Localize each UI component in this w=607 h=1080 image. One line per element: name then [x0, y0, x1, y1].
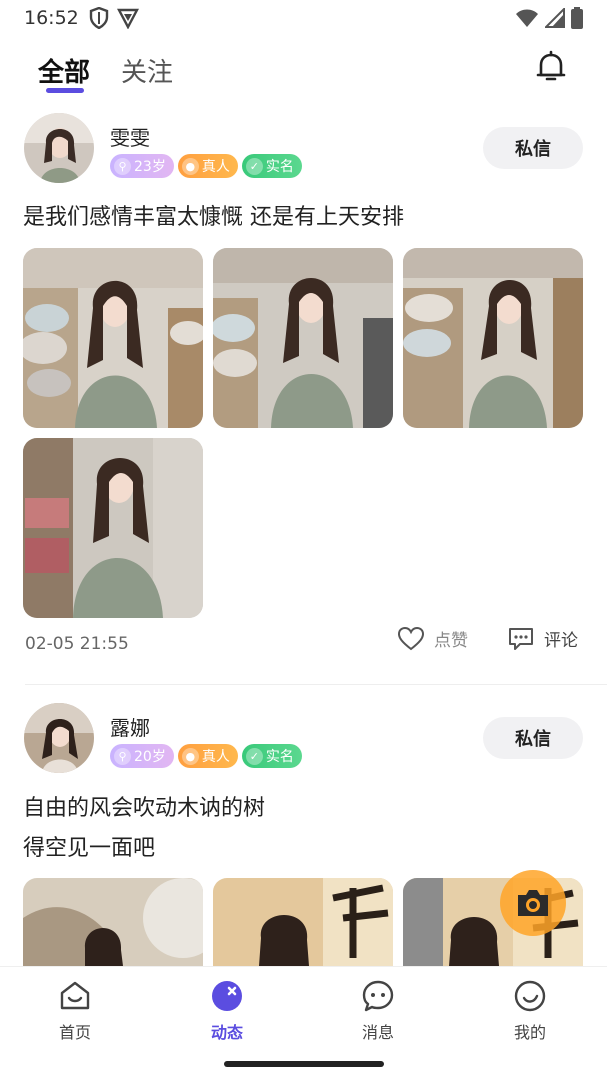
username[interactable]: 雯雯	[110, 122, 150, 151]
avatar[interactable]	[24, 703, 94, 773]
post-photo[interactable]	[213, 248, 393, 428]
nav-home[interactable]: 首页	[35, 979, 115, 1043]
like-label: 点赞	[434, 631, 468, 651]
profile-icon	[514, 980, 546, 1012]
bell-icon[interactable]	[533, 49, 569, 85]
real-person-badge: ● 真人	[177, 154, 238, 178]
private-message-button[interactable]: 私信	[483, 127, 583, 169]
wifi-icon	[516, 9, 538, 27]
post-photo[interactable]	[23, 878, 203, 966]
tab-all[interactable]: 全部	[38, 52, 90, 89]
shield-icon	[89, 7, 108, 29]
post-text-line: 得空见一面吧	[23, 836, 156, 861]
post-meta: 02-05 21:55 点赞 评论	[0, 624, 607, 664]
nav-moments-label: 动态	[210, 1023, 243, 1042]
post-divider	[25, 684, 607, 685]
camera-icon	[518, 890, 548, 916]
nav-moments[interactable]: 动态	[187, 979, 267, 1043]
post-text: 是我们感情丰富太慷慨 还是有上天安排	[23, 198, 404, 238]
nav-messages-label: 消息	[361, 1023, 394, 1042]
active-tab-indicator	[46, 88, 84, 93]
nav-profile[interactable]: 我的	[490, 979, 570, 1043]
verified-badge-label: 实名	[265, 159, 294, 175]
post-timestamp: 02-05 21:55	[25, 634, 129, 654]
heart-icon	[398, 626, 424, 650]
like-button[interactable]: 点赞	[398, 626, 468, 651]
nav-messages[interactable]: 消息	[338, 979, 418, 1043]
moments-icon	[212, 981, 242, 1011]
feed-tabs: 全部 关注	[0, 44, 607, 100]
home-indicator[interactable]	[224, 1061, 384, 1067]
post-text-line: 是我们感情丰富太慷慨 还是有上天安排	[23, 205, 404, 230]
home-icon	[60, 981, 90, 1010]
battery-icon	[571, 7, 583, 29]
person-icon: ●	[181, 157, 199, 175]
real-person-badge-label: 真人	[201, 159, 230, 175]
age-badge: ⚲ 20岁	[110, 744, 174, 768]
post-photo[interactable]	[23, 438, 203, 618]
status-bar: 16:52	[0, 0, 607, 36]
comment-button[interactable]: 评论	[508, 626, 578, 651]
post-photo[interactable]	[23, 248, 203, 428]
nav-profile-label: 我的	[513, 1023, 546, 1042]
publish-camera-button[interactable]	[500, 870, 566, 936]
comment-label: 评论	[544, 631, 578, 651]
post-photo[interactable]	[403, 248, 583, 428]
verified-badge: ✓ 实名	[241, 744, 302, 768]
username[interactable]: 露娜	[110, 712, 150, 741]
real-person-badge-label: 真人	[201, 749, 230, 765]
tab-follow[interactable]: 关注	[121, 52, 173, 89]
user-badges: ⚲ 23岁 ● 真人 ✓ 实名	[110, 154, 302, 178]
check-icon: ✓	[245, 157, 263, 175]
user-badges: ⚲ 20岁 ● 真人 ✓ 实名	[110, 744, 302, 768]
verified-badge-label: 实名	[265, 749, 294, 765]
post-text: 自由的风会吹动木讷的树 得空见一面吧	[23, 789, 265, 869]
search-icon: ⚲	[114, 747, 131, 765]
bottom-navigation: 首页 动态 消息 我的	[0, 966, 607, 1080]
avatar[interactable]	[24, 113, 94, 183]
search-icon: ⚲	[114, 157, 131, 175]
message-icon	[362, 980, 394, 1012]
signal-icon	[545, 8, 565, 28]
private-message-button[interactable]: 私信	[483, 717, 583, 759]
verified-badge: ✓ 实名	[241, 154, 302, 178]
nav-home-label: 首页	[58, 1023, 91, 1042]
status-time: 16:52	[24, 7, 79, 29]
person-icon: ●	[181, 747, 199, 765]
post-photo[interactable]	[213, 878, 393, 966]
age-badge-label: 23岁	[134, 159, 166, 175]
post-text-line: 自由的风会吹动木讷的树	[23, 796, 266, 821]
real-person-badge: ● 真人	[177, 744, 238, 768]
age-badge: ⚲ 23岁	[110, 154, 174, 178]
age-badge-label: 20岁	[134, 749, 166, 765]
comment-icon	[509, 627, 533, 650]
vpn-icon	[116, 8, 139, 29]
check-icon: ✓	[245, 747, 263, 765]
